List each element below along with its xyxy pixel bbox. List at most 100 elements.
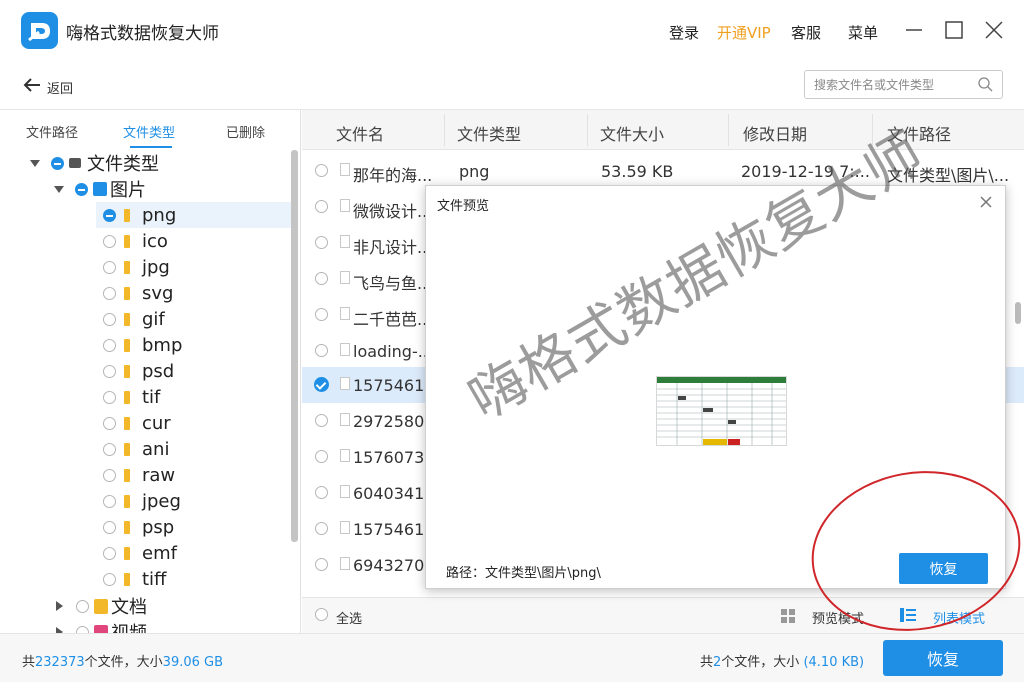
row-checkbox[interactable]	[315, 344, 328, 357]
tree-node-png[interactable]: png	[96, 202, 291, 228]
partial-check-icon[interactable]	[75, 182, 88, 196]
checkbox[interactable]	[76, 599, 89, 613]
folder-icon	[124, 572, 130, 586]
checkbox[interactable]	[103, 442, 116, 456]
row-checkbox[interactable]	[315, 522, 328, 535]
row-checkbox[interactable]	[315, 164, 328, 177]
menu-link[interactable]: 菜单	[848, 22, 878, 43]
tree-node-gif[interactable]: gif	[96, 306, 165, 332]
tree-label: 文件类型	[87, 154, 159, 175]
checkbox[interactable]	[103, 312, 116, 326]
checkbox[interactable]	[103, 364, 116, 378]
total-size: 39.06 GB	[162, 655, 224, 670]
tree-node-jpg[interactable]: jpg	[96, 254, 170, 280]
folder-icon	[124, 416, 130, 430]
column-header[interactable]: 文件大小	[600, 121, 664, 145]
login-link[interactable]: 登录	[669, 22, 699, 43]
column-header[interactable]: 文件类型	[457, 121, 521, 145]
checkbox[interactable]	[103, 572, 116, 586]
tree-node-images[interactable]: 图片	[0, 176, 290, 202]
row-checkbox[interactable]	[315, 486, 328, 499]
row-checkbox[interactable]	[315, 236, 328, 249]
tree-node-ico[interactable]: ico	[96, 228, 168, 254]
tab-file-path[interactable]: 文件路径	[26, 122, 78, 141]
expand-arrow-icon[interactable]	[56, 601, 63, 611]
tree-node-video[interactable]: 视频	[0, 619, 147, 633]
tree-node-tiff[interactable]: tiff	[96, 566, 166, 592]
image-icon	[93, 182, 107, 196]
checkbox[interactable]	[103, 468, 116, 482]
partial-check-icon[interactable]	[103, 208, 116, 222]
row-checkbox[interactable]	[315, 414, 328, 427]
checkbox[interactable]	[103, 260, 116, 274]
tree-node-emf[interactable]: emf	[96, 540, 177, 566]
row-checkbox[interactable]	[315, 272, 328, 285]
tree-node-svg[interactable]: svg	[96, 280, 173, 306]
checkbox[interactable]	[103, 416, 116, 430]
recover-button[interactable]: 恢复	[883, 640, 1003, 676]
tree-scrollbar[interactable]	[291, 150, 298, 542]
status-bar: 共232373个文件，大小39.06 GB 共2个文件，大小 (4.10 KB)…	[0, 633, 1024, 682]
checkbox[interactable]	[103, 546, 116, 560]
checkbox[interactable]	[103, 286, 116, 300]
tree-node-cur[interactable]: cur	[96, 410, 171, 436]
dialog-close-icon[interactable]	[979, 194, 993, 213]
column-header[interactable]: 文件名	[336, 121, 384, 145]
tree-node-psp[interactable]: psp	[96, 514, 174, 540]
select-all-label[interactable]: 全选	[336, 608, 362, 627]
tree-node-bmp[interactable]: bmp	[96, 332, 182, 358]
maximize-button[interactable]	[942, 18, 966, 42]
row-checkbox[interactable]	[315, 308, 328, 321]
service-link[interactable]: 客服	[791, 22, 821, 43]
tree-node-psd[interactable]: psd	[96, 358, 174, 384]
row-checkbox[interactable]	[315, 450, 328, 463]
checkbox[interactable]	[103, 390, 116, 404]
back-button[interactable]: 返回	[47, 78, 73, 97]
minimize-button[interactable]	[902, 18, 926, 42]
row-checkbox[interactable]	[315, 200, 328, 213]
tree-node-documents[interactable]: 文档	[0, 593, 147, 619]
checkbox[interactable]	[103, 494, 116, 508]
close-button[interactable]	[982, 18, 1006, 42]
checkbox[interactable]	[103, 338, 116, 352]
row-checkbox[interactable]	[315, 558, 328, 571]
back-arrow-icon[interactable]	[22, 76, 42, 98]
tree-label: ico	[142, 230, 168, 252]
app-logo-icon	[21, 12, 58, 49]
search-input[interactable]	[805, 71, 970, 98]
grid-view-icon[interactable]	[780, 608, 796, 628]
tree-label: svg	[142, 282, 174, 304]
tree-node-root[interactable]: 文件类型	[0, 150, 290, 176]
tree-node-jpeg[interactable]: jpeg	[96, 488, 181, 514]
partial-check-icon[interactable]	[51, 156, 64, 170]
column-divider[interactable]	[587, 114, 588, 146]
tree-label: 视频	[111, 619, 147, 633]
file-icon	[340, 235, 350, 248]
table-scrollbar[interactable]	[1015, 302, 1021, 324]
column-divider[interactable]	[728, 114, 729, 146]
vip-link[interactable]: 开通VIP	[717, 22, 771, 43]
tree-node-ani[interactable]: ani	[96, 436, 169, 462]
expand-arrow-icon[interactable]	[30, 159, 40, 167]
checkbox[interactable]	[103, 520, 116, 534]
select-all-checkbox[interactable]	[315, 608, 328, 621]
search-box[interactable]	[804, 70, 1003, 99]
document-icon	[94, 598, 108, 614]
selected-size: (4.10 KB)	[803, 655, 865, 670]
file-icon	[340, 307, 350, 320]
column-header[interactable]: 修改日期	[743, 121, 807, 145]
tab-file-type[interactable]: 文件类型	[123, 122, 175, 141]
tree-label: psd	[142, 360, 175, 382]
row-checked-icon[interactable]	[314, 377, 329, 392]
folder-icon	[124, 390, 130, 404]
checkbox[interactable]	[103, 234, 116, 248]
file-icon	[340, 521, 350, 534]
tree-node-raw[interactable]: raw	[96, 462, 175, 488]
expand-arrow-icon[interactable]	[54, 185, 64, 193]
column-divider[interactable]	[444, 114, 445, 146]
tree-node-tif[interactable]: tif	[96, 384, 160, 410]
checkbox[interactable]	[76, 625, 89, 633]
tab-deleted[interactable]: 已删除	[226, 122, 265, 141]
search-icon[interactable]	[978, 77, 993, 96]
tree-label: ani	[142, 438, 170, 460]
